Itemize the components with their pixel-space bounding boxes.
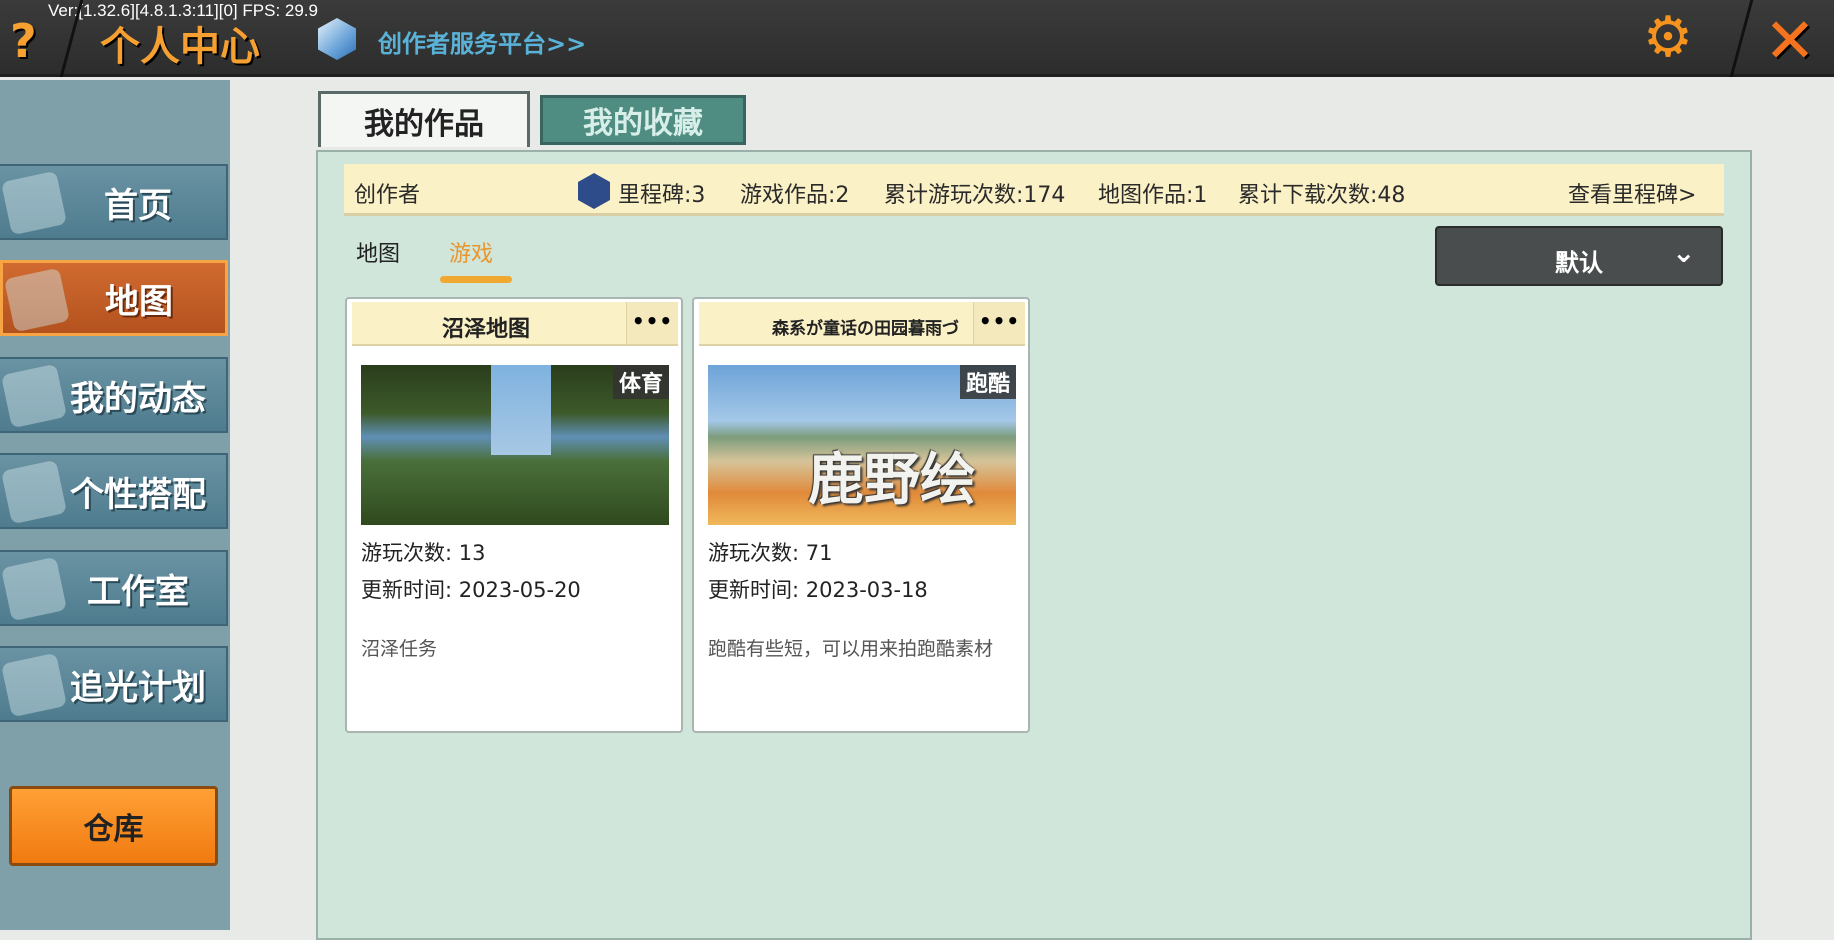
house-icon	[0, 170, 68, 236]
card-title: 森系が童话の田园暮雨づ	[772, 319, 959, 339]
sidebar-item-home[interactable]: 首页	[0, 164, 228, 240]
subtab-game[interactable]: 游戏	[449, 236, 493, 268]
category-tag: 跑酷	[959, 365, 1016, 399]
total-downloads: 累计下载次数:48	[1238, 183, 1406, 208]
sidebar-item-outfit[interactable]: 个性搭配	[0, 453, 228, 529]
page-title: 个人中心	[100, 24, 260, 70]
play-count: 游玩次数: 71	[708, 541, 833, 565]
top-bar: Ver:[1.32.6][4.8.1.3:11][0] FPS: 29.9 ? …	[0, 0, 1834, 77]
view-milestones-link[interactable]: 查看里程碑>	[1568, 177, 1696, 209]
game-works-count: 游戏作品:2	[740, 183, 850, 208]
update-time: 更新时间: 2023-03-18	[708, 578, 928, 602]
sidebar-item-label: 个性搭配	[70, 474, 206, 515]
active-subtab-indicator	[440, 276, 512, 283]
close-icon[interactable]: ✕	[1764, 4, 1816, 77]
creator-info-bar: 创作者 里程碑:3 游戏作品:2 累计游玩次数:174 地图作品:1 累计下载次…	[344, 164, 1724, 216]
help-button[interactable]: ?	[10, 14, 37, 68]
card-header: 森系が童话の田园暮雨づ •••	[699, 302, 1025, 346]
gear-icon[interactable]: ⚙	[1640, 10, 1696, 66]
sidebar-item-plan[interactable]: 追光计划	[0, 646, 228, 722]
more-options-button[interactable]: •••	[626, 302, 678, 344]
map-works-count: 地图作品:1	[1098, 183, 1208, 208]
sort-value: 默认	[1555, 249, 1603, 277]
card-title: 沼泽地图	[441, 317, 530, 342]
total-plays: 累计游玩次数:174	[884, 183, 1066, 208]
card-header: 沼泽地图 •••	[352, 302, 678, 346]
sidebar-item-label: 地图	[105, 281, 173, 322]
sidebar-item-label: 首页	[104, 185, 172, 226]
tree-icon	[0, 556, 68, 622]
work-card[interactable]: 森系が童话の田园暮雨づ ••• 鹿野绘 跑酷 游玩次数: 71 更新时间: 20…	[692, 297, 1030, 733]
sidebar-item-studio[interactable]: 工作室	[0, 550, 228, 626]
picture-icon	[3, 267, 71, 333]
tab-my-favorites[interactable]: 我的收藏	[540, 95, 746, 145]
plan-icon	[0, 652, 68, 718]
avatar-icon	[0, 459, 68, 525]
sidebar-item-map[interactable]: 地图	[0, 260, 228, 336]
divider	[1729, 0, 1754, 77]
category-tag: 体育	[612, 365, 669, 399]
card-description: 跑酷有些短，可以用来拍跑酷素材	[708, 638, 994, 660]
work-card[interactable]: 沼泽地图 ••• 体育 游玩次数: 13 更新时间: 2023-05-20 沼泽…	[345, 297, 683, 733]
thumbnail-overlay-text: 鹿野绘	[808, 448, 976, 513]
sidebar-item-label: 追光计划	[70, 667, 206, 708]
card-thumbnail[interactable]: 鹿野绘 跑酷	[708, 365, 1016, 525]
tab-my-works[interactable]: 我的作品	[318, 91, 530, 147]
creator-platform-link[interactable]: 创作者服务平台>>	[378, 24, 586, 59]
sidebar-item-activity[interactable]: 我的动态	[0, 357, 228, 433]
warehouse-button[interactable]: 仓库	[9, 786, 218, 866]
more-options-button[interactable]: •••	[973, 302, 1025, 344]
sidebar-item-label: 工作室	[87, 571, 189, 612]
card-description: 沼泽任务	[361, 638, 438, 660]
chevron-down-icon: ⌄	[1672, 236, 1696, 269]
subtab-map[interactable]: 地图	[356, 236, 400, 268]
play-count: 游玩次数: 13	[361, 541, 486, 565]
role-label: 创作者	[354, 183, 421, 208]
sidebar-item-label: 我的动态	[70, 378, 206, 419]
bell-icon	[0, 363, 68, 429]
update-time: 更新时间: 2023-05-20	[361, 578, 581, 602]
sort-dropdown[interactable]: 默认 ⌄	[1435, 226, 1723, 286]
cube-icon	[318, 18, 356, 60]
milestones-count: 里程碑:3	[618, 183, 706, 208]
milestone-flag-icon	[578, 173, 610, 209]
card-thumbnail[interactable]: 体育	[361, 365, 669, 525]
